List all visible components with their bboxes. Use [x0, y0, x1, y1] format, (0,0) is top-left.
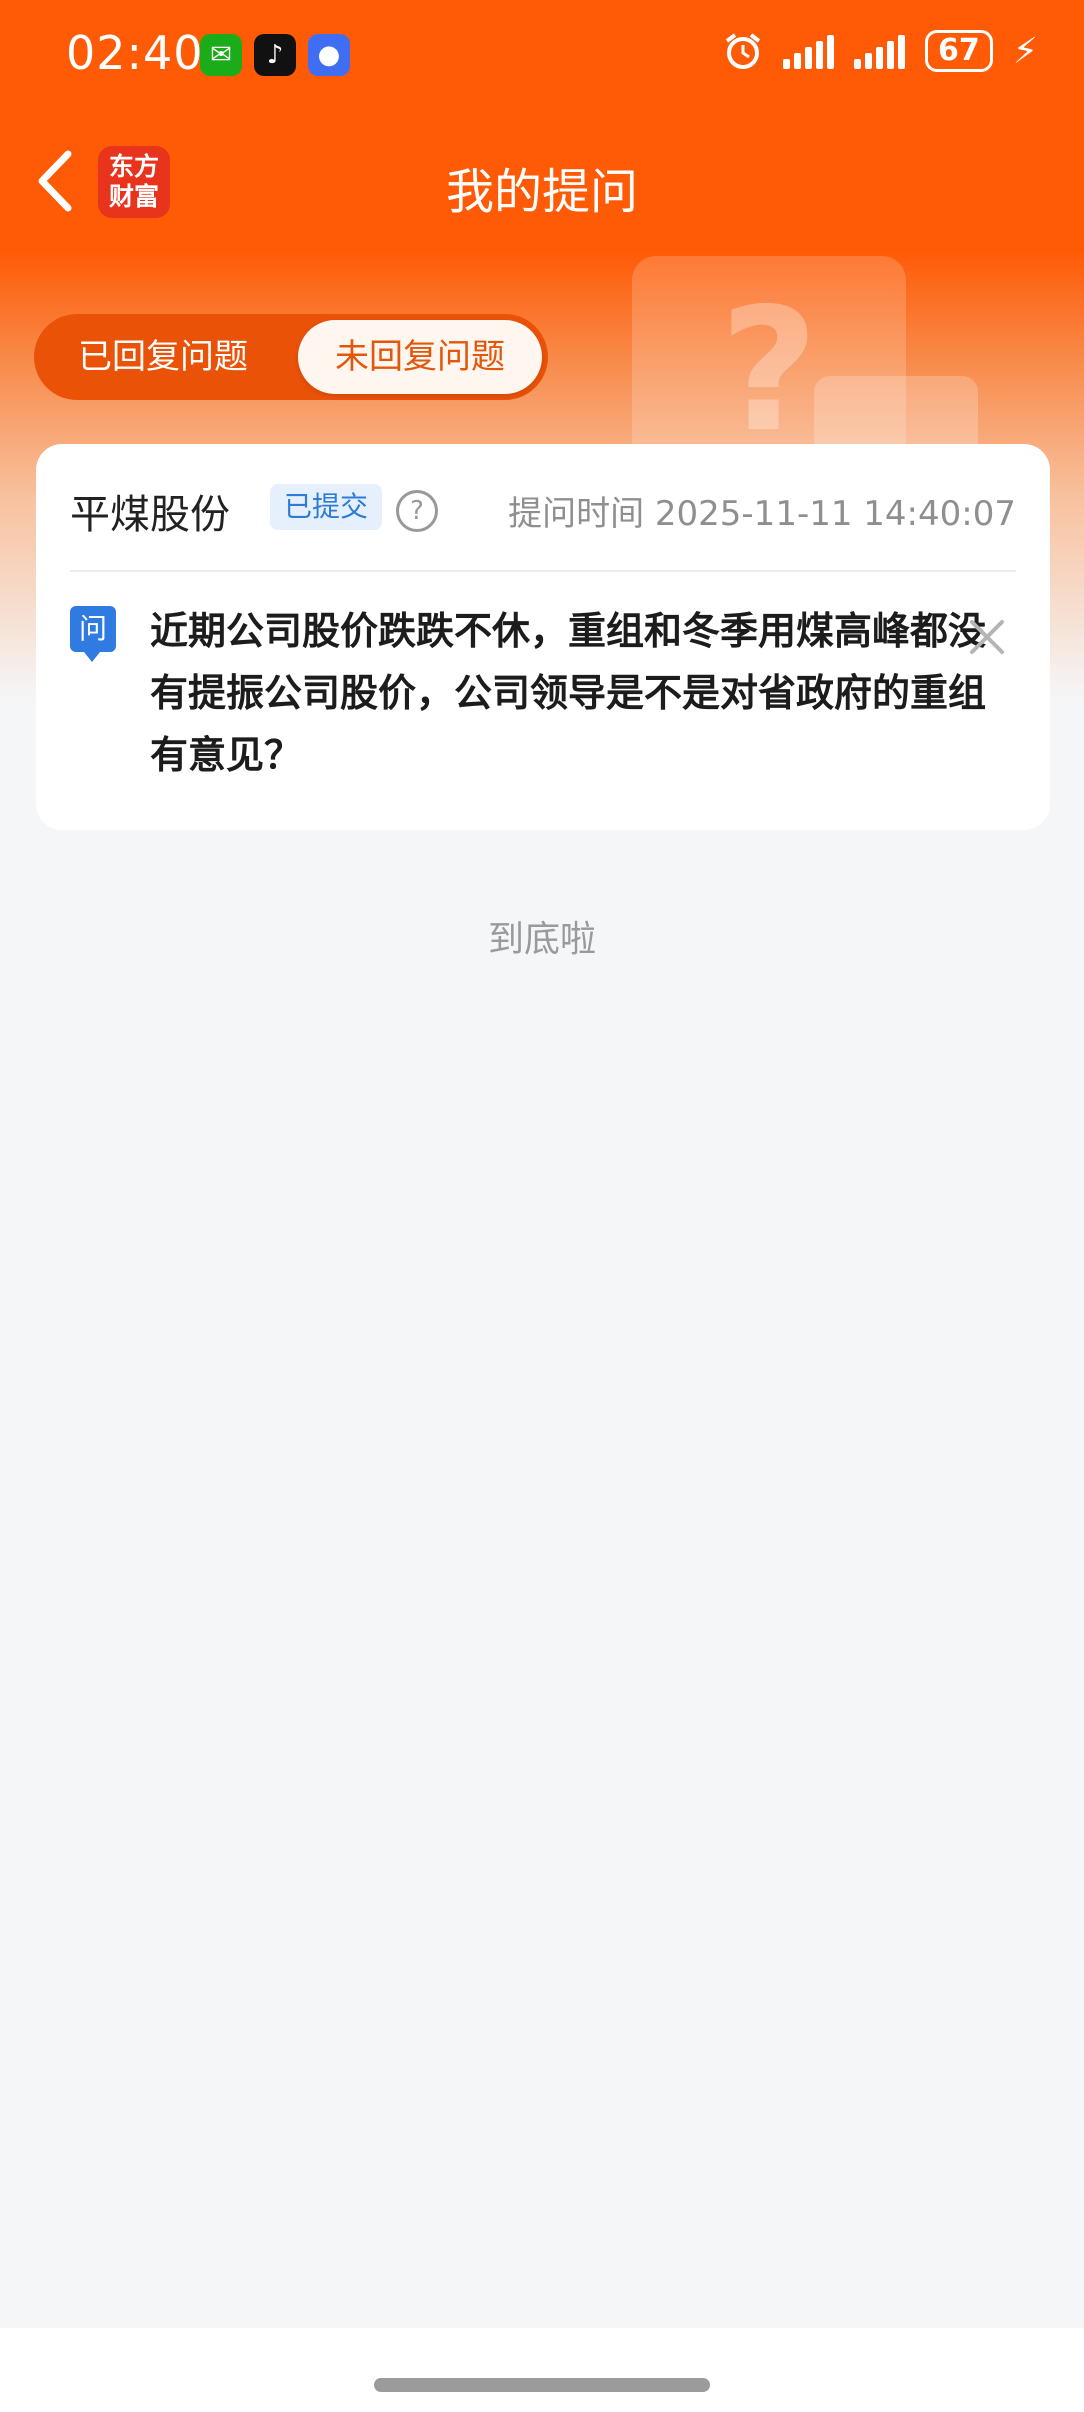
status-time: 02:40 — [66, 26, 204, 80]
nav-bar: 东方 财富 我的提问 — [0, 112, 1084, 252]
status-indicators: 67 ⚡ — [723, 30, 1038, 72]
question-text: 近期公司股价跌跌不休，重组和冬季用煤高峰都没有提振公司股价，公司领导是不是对省政… — [150, 609, 987, 777]
battery-level: 67 — [924, 30, 993, 72]
close-icon[interactable] — [966, 616, 1008, 658]
wechat-icon: ✉ — [200, 34, 242, 76]
help-icon[interactable]: ? — [396, 490, 438, 532]
home-indicator[interactable] — [374, 2378, 710, 2392]
ask-time: 提问时间 2025-11-11 14:40:07 — [508, 494, 1016, 534]
tab-unanswered[interactable]: 未回复问题 — [298, 320, 542, 394]
divider — [70, 570, 1016, 572]
signal-icon-2 — [853, 33, 905, 69]
signal-icon-1 — [782, 33, 834, 69]
stock-name: 平煤股份 — [70, 492, 230, 538]
question-icon: 问 — [70, 606, 116, 662]
tab-answered[interactable]: 已回复问题 — [34, 314, 292, 400]
page-title: 我的提问 — [445, 164, 638, 220]
status-bar: 02:40 ✉ ♪ ● 67 ⚡ — [0, 0, 1084, 112]
charging-icon: ⚡ — [1012, 30, 1038, 72]
message-icon: ● — [308, 34, 350, 76]
question-card[interactable]: 平煤股份 已提交 ? 提问时间 2025-11-11 14:40:07 问 近期… — [36, 444, 1050, 830]
tiktok-icon: ♪ — [254, 34, 296, 76]
tab-switcher: 已回复问题 未回复问题 — [34, 314, 548, 400]
list-end-text: 到底啦 — [487, 919, 596, 960]
alarm-icon — [725, 33, 761, 69]
status-badge: 已提交 — [270, 484, 383, 530]
gesture-bar-area — [0, 2328, 1084, 2412]
